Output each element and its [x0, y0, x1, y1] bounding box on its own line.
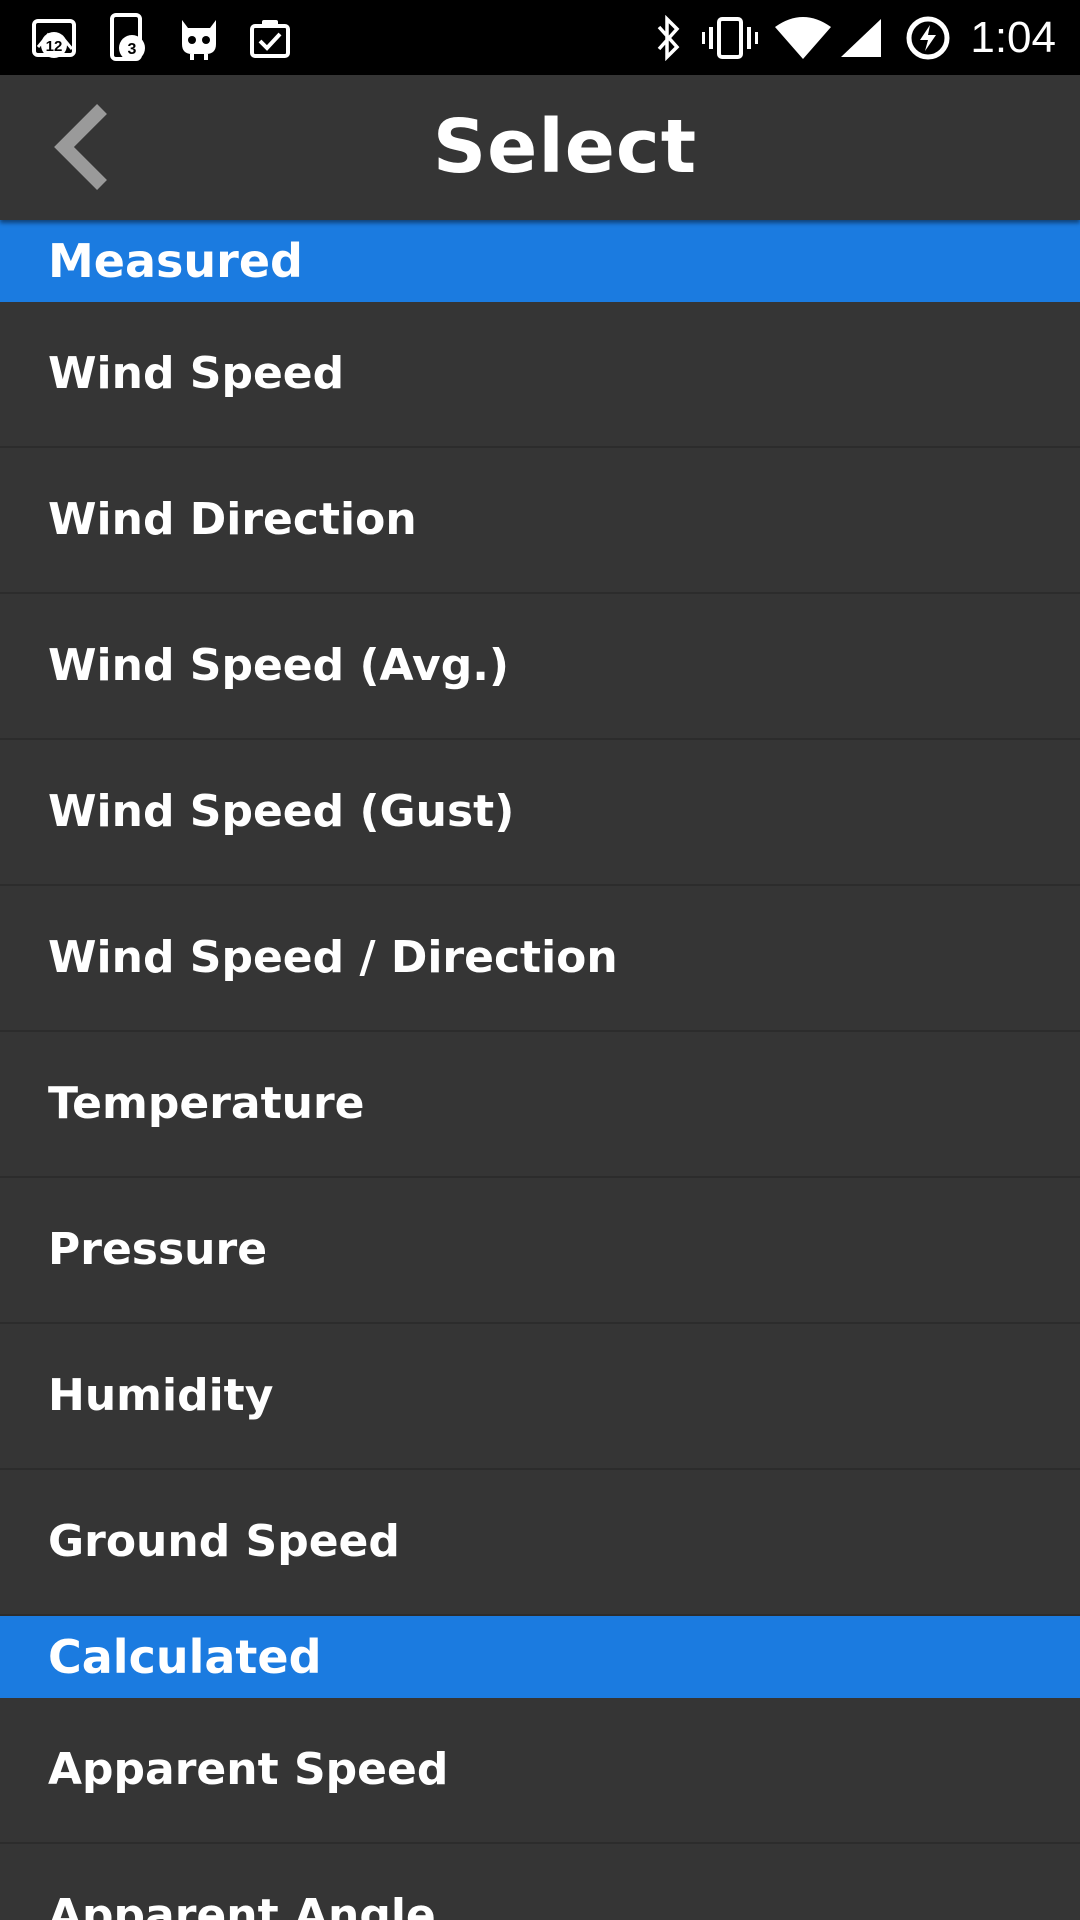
- battery-charging-icon: [902, 0, 954, 75]
- cyanogen-icon: [176, 0, 222, 75]
- cell-signal-icon: [838, 0, 884, 75]
- status-time: 1:04: [970, 13, 1056, 62]
- list-item-wind-speed[interactable]: Wind Speed: [0, 302, 1080, 448]
- phone-icon: 3: [104, 0, 152, 75]
- list-item-apparent-angle[interactable]: Apparent Angle: [0, 1844, 1080, 1920]
- list-item-wind-speed-direction[interactable]: Wind Speed / Direction: [0, 886, 1080, 1032]
- list-item-temperature[interactable]: Temperature: [0, 1032, 1080, 1178]
- list-item-apparent-speed[interactable]: Apparent Speed: [0, 1698, 1080, 1844]
- gallery-icon: 12: [28, 0, 82, 75]
- list-item-wind-speed-gust[interactable]: Wind Speed (Gust): [0, 740, 1080, 886]
- list-item-wind-speed-avg[interactable]: Wind Speed (Avg.): [0, 594, 1080, 740]
- list-item-ground-speed[interactable]: Ground Speed: [0, 1470, 1080, 1616]
- app-header: Select: [0, 75, 1080, 220]
- wifi-icon: [772, 0, 834, 75]
- phone-count: 3: [128, 41, 137, 58]
- list-item-humidity[interactable]: Humidity: [0, 1324, 1080, 1470]
- vibrate-icon: [700, 0, 760, 75]
- screen: 12 3 1:04 Select Measured Wind Speed Win…: [0, 0, 1080, 1920]
- list-item-pressure[interactable]: Pressure: [0, 1178, 1080, 1324]
- section-header-measured: Measured: [0, 220, 1080, 302]
- chevron-left-icon: [54, 104, 107, 190]
- clipboard-check-icon: [246, 0, 294, 75]
- section-header-calculated: Calculated: [0, 1616, 1080, 1698]
- list-item-wind-direction[interactable]: Wind Direction: [0, 448, 1080, 594]
- gallery-count: 12: [46, 38, 63, 55]
- back-button[interactable]: [50, 97, 150, 197]
- status-bar: 12 3 1:04: [0, 0, 1080, 75]
- option-list: Measured Wind Speed Wind Direction Wind …: [0, 220, 1080, 1920]
- bluetooth-icon: [648, 0, 688, 75]
- page-title: Select: [432, 104, 698, 190]
